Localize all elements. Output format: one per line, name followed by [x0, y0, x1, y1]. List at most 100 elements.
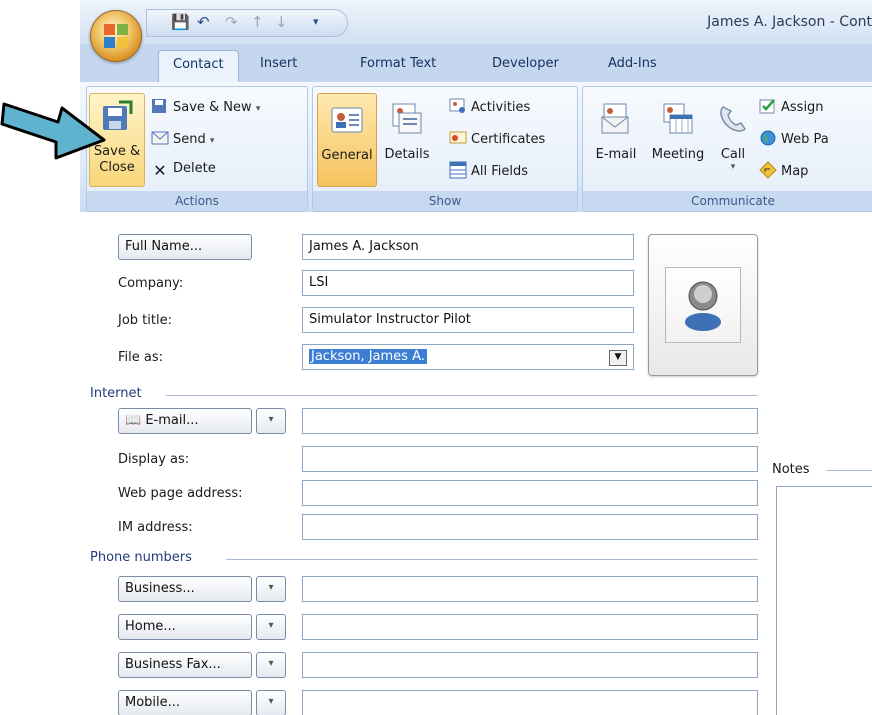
chevron-down-icon[interactable]: ▾	[313, 13, 319, 31]
notes-label: Notes	[772, 462, 810, 477]
pointer-arrow-icon	[0, 102, 106, 160]
home-phone-field[interactable]	[302, 614, 758, 640]
redo-icon[interactable]: ↷	[225, 13, 238, 31]
tab-add-ins[interactable]: Add-Ins	[608, 56, 657, 71]
notes-field[interactable]	[776, 486, 872, 715]
web-page-address-field[interactable]	[302, 480, 758, 506]
tab-developer[interactable]: Developer	[492, 56, 559, 71]
email-button-label: E-mail...	[145, 413, 199, 428]
address-book-icon: 📖	[125, 413, 142, 428]
tab-contact[interactable]: Contact	[158, 50, 239, 83]
contact-picture-button[interactable]	[648, 234, 758, 376]
job-title-label: Job title:	[118, 313, 172, 328]
home-phone-button[interactable]: Home...	[118, 614, 252, 640]
email-button[interactable]: E-mail	[589, 93, 643, 185]
general-button[interactable]: General	[317, 93, 377, 187]
chevron-down-icon: ▾	[209, 136, 215, 146]
email-icon	[601, 103, 629, 134]
quick-access-toolbar: 💾 ↶ ↷ ↑ ↓ ▾	[146, 9, 348, 37]
contact-silhouette-icon	[685, 281, 721, 331]
office-button[interactable]	[90, 10, 142, 62]
details-label: Details	[384, 147, 430, 162]
activities-icon	[449, 98, 465, 113]
save-new-icon	[152, 99, 166, 113]
tab-format-text[interactable]: Format Text	[360, 56, 436, 71]
file-as-combo[interactable]: Jackson, James A. ▼	[302, 344, 634, 370]
ribbon: Save & Close Save & New ▾ Send ▾ ✕ Delete…	[80, 82, 872, 213]
certificates-button[interactable]: Certificates	[449, 129, 545, 147]
display-as-field[interactable]	[302, 446, 758, 472]
email-label: E-mail	[595, 147, 637, 162]
call-button[interactable]: Call ▾	[713, 93, 753, 185]
contact-form: Full Name... James A. Jackson Company: L…	[80, 212, 872, 715]
job-title-field[interactable]: Simulator Instructor Pilot	[302, 307, 634, 333]
send-button[interactable]: Send ▾	[151, 129, 214, 147]
actions-group-label: Actions	[87, 191, 307, 211]
business-fax-button[interactable]: Business Fax...	[118, 652, 252, 678]
chevron-down-icon[interactable]: ▼	[609, 350, 627, 366]
mobile-phone-dropdown[interactable]: ▾	[256, 690, 286, 715]
business-fax-field[interactable]	[302, 652, 758, 678]
chevron-down-icon: ▾	[268, 696, 274, 707]
business-phone-field[interactable]	[302, 576, 758, 602]
delete-x-icon: ✕	[153, 161, 167, 180]
send-icon	[151, 131, 169, 145]
phone-icon	[720, 106, 746, 132]
im-address-field[interactable]	[302, 514, 758, 540]
email-type-dropdown[interactable]: ▾	[256, 408, 286, 434]
full-name-field[interactable]: James A. Jackson	[302, 234, 634, 260]
chevron-down-icon: ▾	[730, 162, 736, 172]
certificates-icon	[449, 131, 467, 144]
contact-card-icon	[331, 107, 363, 133]
meeting-icon	[663, 103, 693, 134]
map-button[interactable]: Map	[759, 161, 808, 179]
tab-insert[interactable]: Insert	[260, 56, 297, 71]
home-phone-dropdown[interactable]: ▾	[256, 614, 286, 640]
up-arrow-icon[interactable]: ↑	[251, 13, 264, 31]
contact-picture-frame	[665, 267, 741, 343]
activities-label: Activities	[471, 100, 531, 115]
show-group-label: Show	[313, 191, 577, 211]
all-fields-icon	[449, 161, 467, 179]
title-bar: 💾 ↶ ↷ ↑ ↓ ▾ James A. Jackson - Cont	[80, 0, 872, 44]
company-label: Company:	[118, 276, 184, 291]
web-page-button[interactable]: Web Pa	[759, 129, 829, 147]
save-icon[interactable]: 💾	[171, 13, 190, 31]
down-arrow-icon[interactable]: ↓	[275, 13, 288, 31]
mobile-phone-button[interactable]: Mobile...	[118, 690, 252, 715]
send-label: Send	[173, 132, 206, 147]
save-new-button[interactable]: Save & New ▾	[151, 97, 260, 115]
file-as-value: Jackson, James A.	[309, 349, 427, 364]
meeting-button[interactable]: Meeting	[647, 93, 709, 185]
details-button[interactable]: Details	[379, 93, 435, 185]
assign-task-button[interactable]: Assign	[759, 97, 824, 115]
undo-icon[interactable]: ↶	[197, 13, 210, 31]
outlook-contact-window: 💾 ↶ ↷ ↑ ↓ ▾ James A. Jackson - Cont Cont…	[80, 0, 872, 715]
section-divider	[166, 395, 758, 396]
chevron-down-icon: ▾	[268, 658, 274, 669]
section-divider	[826, 470, 872, 471]
web-page-address-label: Web page address:	[118, 486, 243, 501]
business-phone-dropdown[interactable]: ▾	[256, 576, 286, 602]
chevron-down-icon: ▾	[268, 414, 274, 425]
full-name-button[interactable]: Full Name...	[118, 234, 252, 260]
im-address-label: IM address:	[118, 520, 193, 535]
internet-section-title: Internet	[90, 386, 142, 401]
save-new-label: Save & New	[173, 100, 252, 115]
communicate-group: E-mail Meeting Call ▾ Assign Web Pa Map …	[582, 86, 872, 212]
all-fields-button[interactable]: All Fields	[449, 161, 528, 179]
business-phone-button[interactable]: Business...	[118, 576, 252, 602]
mobile-phone-field[interactable]	[302, 690, 758, 715]
business-fax-dropdown[interactable]: ▾	[256, 652, 286, 678]
show-group: General Details Activities Certificates	[312, 86, 578, 212]
email-field-button[interactable]: 📖 E-mail...	[118, 408, 252, 434]
email-field[interactable]	[302, 408, 758, 434]
web-page-label: Web Pa	[781, 132, 829, 147]
display-as-label: Display as:	[118, 452, 190, 467]
delete-label: Delete	[173, 161, 216, 176]
globe-icon	[760, 130, 776, 146]
company-field[interactable]: LSI	[302, 270, 634, 296]
activities-button[interactable]: Activities	[449, 97, 530, 115]
delete-button[interactable]: ✕ Delete	[151, 161, 216, 180]
section-divider	[226, 559, 758, 560]
